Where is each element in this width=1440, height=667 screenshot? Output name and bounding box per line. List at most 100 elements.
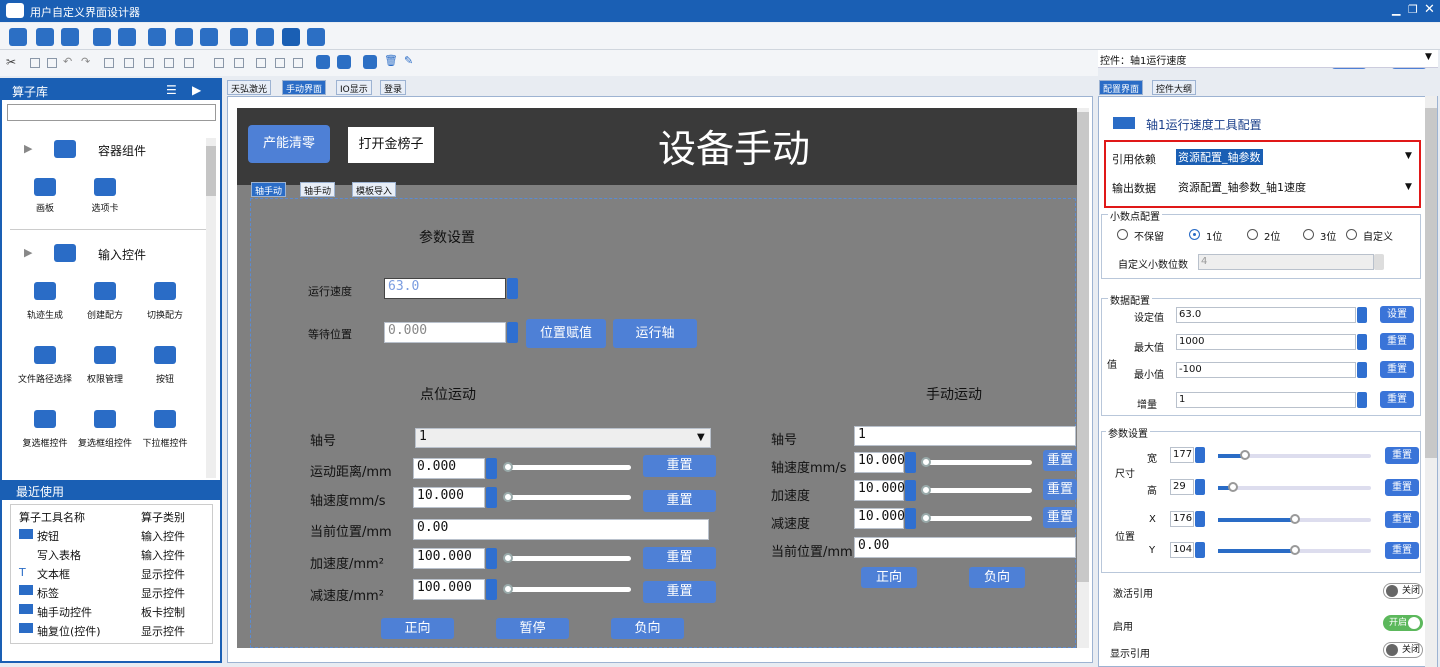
move-distance-spinner[interactable] xyxy=(486,458,497,479)
custom-decimal-spinner[interactable] xyxy=(1374,254,1384,270)
axis-speed-slider-2[interactable] xyxy=(924,460,1032,465)
axis-speed-reset-button-2[interactable]: 重置 xyxy=(1043,450,1077,471)
warning-icon[interactable] xyxy=(282,28,300,46)
radio-none[interactable] xyxy=(1117,229,1128,240)
custom-decimal-input[interactable]: 4 xyxy=(1198,254,1374,270)
tool-button[interactable]: 按钮 xyxy=(132,372,198,385)
redo-icon[interactable]: ↷ xyxy=(81,55,90,68)
max-value-input[interactable]: 1000 xyxy=(1176,334,1356,350)
copy-small-icon[interactable] xyxy=(30,58,40,68)
axis-speed-input[interactable]: 10.000 xyxy=(413,487,485,508)
table-row[interactable]: 写入表格 xyxy=(37,547,81,563)
decel-input-2[interactable]: 10.000 xyxy=(854,508,905,529)
tab-login[interactable]: 登录 xyxy=(380,80,407,95)
reverse-button[interactable]: 负向 xyxy=(611,618,684,639)
brush-icon[interactable]: ✎ xyxy=(404,54,413,67)
slider-knob[interactable] xyxy=(921,513,931,523)
slider-knob[interactable] xyxy=(921,457,931,467)
camera-icon[interactable] xyxy=(230,28,248,46)
close-icon[interactable]: ✕ xyxy=(1424,2,1435,17)
tool-checkbox-group[interactable]: 复选框组控件 xyxy=(72,436,138,449)
restore-icon[interactable]: ❐ xyxy=(1408,3,1418,16)
expand-arrow-icon[interactable]: ▶ xyxy=(24,246,32,259)
radio-custom[interactable] xyxy=(1346,229,1357,240)
pause-button[interactable]: 暂停 xyxy=(496,618,569,639)
library-scrollbar[interactable] xyxy=(206,138,216,478)
same-width-icon[interactable] xyxy=(234,58,244,68)
set-value-button[interactable]: 设置 xyxy=(1380,306,1414,323)
same-height-icon[interactable] xyxy=(256,58,266,68)
axis-speed-spinner-2[interactable] xyxy=(905,452,916,473)
accel-spinner-2[interactable] xyxy=(905,480,916,501)
category-container[interactable]: 容器组件 xyxy=(98,142,146,159)
subtab-template-import[interactable]: 模板导入 xyxy=(352,182,397,197)
y-reset-button[interactable]: 重置 xyxy=(1385,542,1419,559)
move-distance-input[interactable]: 0.000 xyxy=(413,458,485,479)
chevron-down-icon[interactable]: ▼ xyxy=(1405,182,1412,192)
enable-toggle[interactable]: 开启 xyxy=(1383,615,1423,631)
axis-speed-reset-button[interactable]: 重置 xyxy=(643,490,716,512)
tool-trajectory[interactable]: 轨迹生成 xyxy=(12,308,78,321)
open-box-button[interactable]: 打开金榜子 xyxy=(348,127,434,163)
send-back-icon[interactable] xyxy=(337,55,351,69)
tab-manual[interactable]: 手动界面 xyxy=(282,80,327,95)
axis-no-select[interactable]: 1 xyxy=(415,428,711,448)
increment-input[interactable]: 1 xyxy=(1176,392,1356,408)
copy-icon[interactable] xyxy=(61,28,79,46)
paste-icon[interactable] xyxy=(47,58,57,68)
align-bottom-icon[interactable] xyxy=(184,58,194,68)
x-input[interactable]: 176 xyxy=(1170,511,1194,527)
max-value-reset-button[interactable]: 重置 xyxy=(1380,333,1414,350)
set-value-spinner[interactable] xyxy=(1357,307,1367,323)
run-speed-spinner[interactable] xyxy=(507,278,518,299)
activate-ref-toggle[interactable]: 关闭 xyxy=(1383,583,1423,599)
width-input[interactable]: 177 xyxy=(1170,447,1194,463)
decel-reset-button-2[interactable]: 重置 xyxy=(1043,507,1077,528)
radio-3[interactable] xyxy=(1303,229,1314,240)
table-row[interactable]: 文本框 xyxy=(37,566,70,582)
cut-icon[interactable]: ✂ xyxy=(6,55,16,69)
width-spinner[interactable] xyxy=(1195,447,1205,463)
decel-slider[interactable] xyxy=(506,587,631,592)
toolbox-icon[interactable] xyxy=(93,28,111,46)
canvas-scrollbar[interactable] xyxy=(1077,108,1089,648)
new-icon[interactable] xyxy=(9,28,27,46)
height-reset-button[interactable]: 重置 xyxy=(1385,479,1419,496)
run-axis-button[interactable]: 运行轴 xyxy=(613,319,697,348)
height-spinner[interactable] xyxy=(1195,479,1205,495)
axis-no-input-2[interactable]: 1 xyxy=(854,426,1076,446)
minimize-icon[interactable]: ▁ xyxy=(1392,3,1400,16)
tab-outline[interactable]: 控件大纲 xyxy=(1152,80,1197,95)
distribute-icon[interactable] xyxy=(214,58,224,68)
undo-icon[interactable]: ↶ xyxy=(63,55,72,68)
slider-knob[interactable] xyxy=(503,584,513,594)
show-ref-toggle[interactable]: 关闭 xyxy=(1383,642,1423,658)
expand-arrow-icon[interactable]: ▶ xyxy=(24,142,32,155)
tool-tab[interactable]: 选项卡 xyxy=(72,201,138,214)
category-input[interactable]: 输入控件 xyxy=(98,246,146,263)
slider-knob[interactable] xyxy=(921,485,931,495)
slider-knob[interactable] xyxy=(503,462,513,472)
tab-config[interactable]: 配置界面 xyxy=(1099,80,1144,95)
accel-slider-2[interactable] xyxy=(924,488,1032,493)
subtab-axis-manual-2[interactable]: 轴手动 xyxy=(300,182,336,197)
table-row[interactable]: 轴复位(控件) xyxy=(37,623,101,639)
slider-knob[interactable] xyxy=(503,553,513,563)
forward-button[interactable]: 正向 xyxy=(381,618,454,639)
decel-spinner[interactable] xyxy=(486,579,497,600)
accel-reset-button-2[interactable]: 重置 xyxy=(1043,479,1077,500)
increment-spinner[interactable] xyxy=(1357,392,1367,408)
library-search-input[interactable] xyxy=(7,104,216,121)
y-input[interactable]: 104 xyxy=(1170,542,1194,558)
move-distance-slider[interactable] xyxy=(506,465,631,470)
min-value-input[interactable]: -100 xyxy=(1176,362,1356,378)
run-speed-input[interactable]: 63.0 xyxy=(384,278,506,299)
align-middle-icon[interactable] xyxy=(164,58,174,68)
tab-io[interactable]: IO显示 xyxy=(336,80,372,95)
camera2-icon[interactable] xyxy=(256,28,274,46)
height-input[interactable]: 29 xyxy=(1170,479,1194,495)
wait-pos-spinner[interactable] xyxy=(507,322,518,343)
table-row[interactable]: 按钮 xyxy=(37,528,59,544)
slider-knob[interactable] xyxy=(1228,482,1238,492)
tool-canvas[interactable]: 画板 xyxy=(12,201,78,214)
